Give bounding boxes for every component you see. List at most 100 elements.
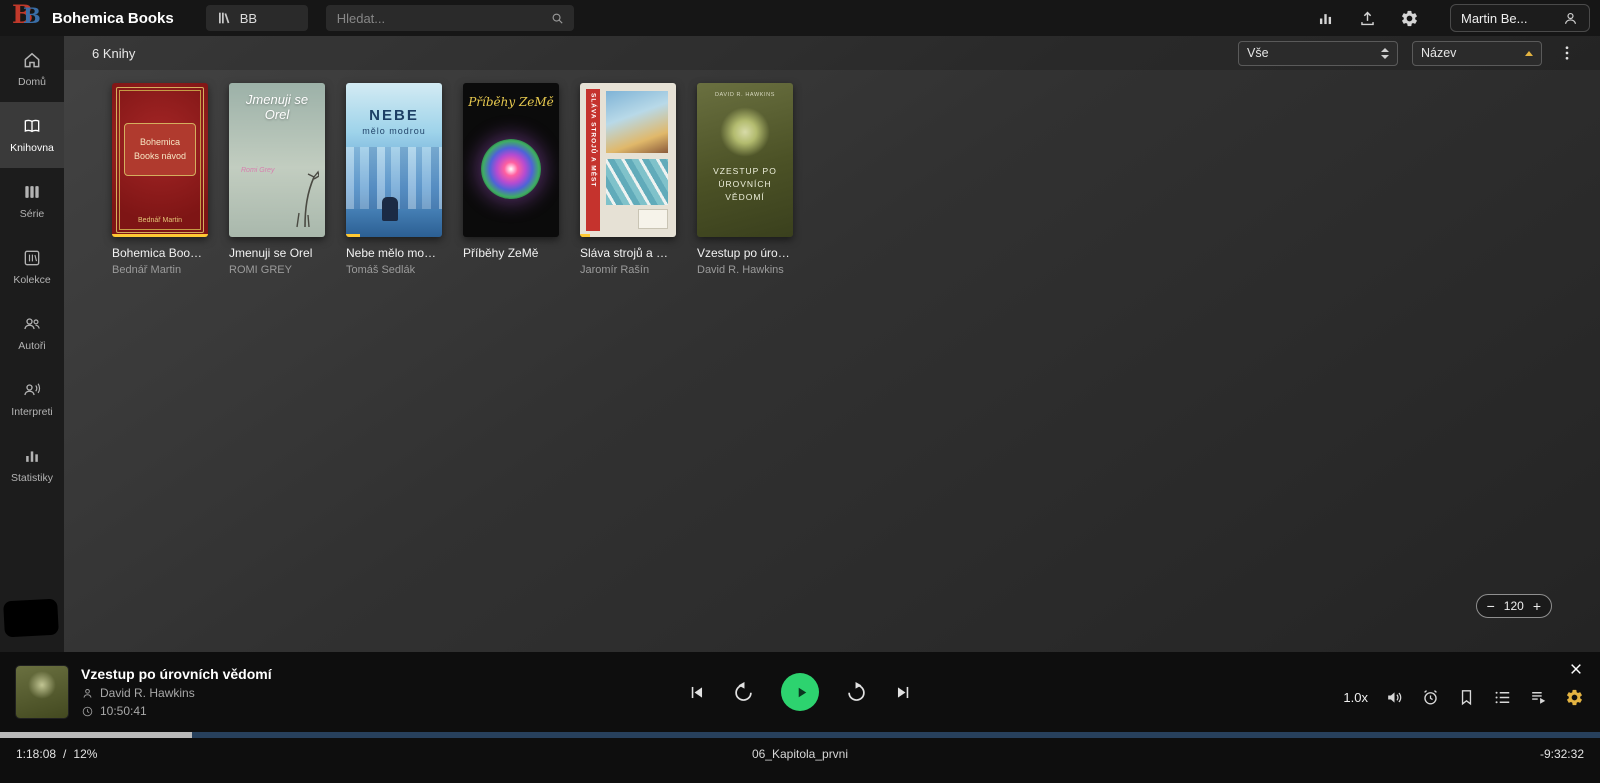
sort-ascending-icon (1525, 50, 1533, 56)
book-progress-bar (112, 234, 208, 237)
library-toolbar: 6 Knihy Vše Název (64, 36, 1600, 70)
player-settings-button[interactable] (1565, 688, 1584, 707)
sidebar-item-series[interactable]: Série (0, 168, 64, 234)
cover-size-control: − 120 + (1475, 594, 1552, 618)
play-icon (792, 683, 811, 702)
sort-dropdown[interactable]: Název (1412, 40, 1542, 66)
player-cover-thumbnail[interactable] (16, 666, 68, 718)
playback-controls (687, 673, 913, 711)
logo-letter-blue: B (23, 3, 41, 28)
cover-author-text: Bednář Martin (138, 217, 182, 224)
columns-icon (22, 182, 42, 202)
library-page: 6 Knihy Vše Název Bohemica Books návod B… (64, 36, 1600, 652)
sidebar-item-library[interactable]: Knihovna (0, 102, 64, 168)
more-options-button[interactable] (1556, 44, 1578, 62)
player-main-row: Vzestup po úrovních vědomí David R. Hawk… (0, 652, 1600, 732)
jump-backward-button[interactable] (732, 681, 755, 704)
collage-image-bottom (606, 159, 668, 205)
cover-title-text: Jmenuji se Orel (245, 92, 309, 122)
user-menu[interactable]: Martin Be... (1450, 4, 1590, 32)
jump-forward-button[interactable] (845, 681, 868, 704)
book-author: David R. Hawkins (697, 264, 784, 276)
cover-title-text: NEBE (369, 107, 419, 124)
filter-value: Vše (1247, 46, 1269, 60)
cover-title-strip: SLÁVA STROJŮ A MĚST (586, 89, 600, 231)
book-card[interactable]: DAVID R. HAWKINS VZESTUP PO ÚROVNÍCH VĚD… (697, 83, 793, 277)
book-cover: Jmenuji se Orel Romi Grey (229, 83, 325, 237)
fast-forward-icon (845, 681, 868, 704)
kebab-menu-icon (1558, 44, 1576, 62)
book-title: Příběhy ZeMě (463, 246, 539, 260)
sleep-timer-button[interactable] (1421, 688, 1440, 707)
stats-button[interactable] (1312, 5, 1338, 31)
previous-chapter-button[interactable] (687, 683, 706, 702)
book-title: Nebe mělo modrou (346, 246, 442, 260)
library-switcher[interactable]: BB (205, 5, 308, 31)
sidebar-item-home[interactable]: Domů (0, 36, 64, 102)
play-button[interactable] (781, 673, 819, 711)
player-author: David R. Hawkins (100, 686, 195, 700)
player-option-buttons: 1.0x (1343, 688, 1584, 707)
bookmark-button[interactable] (1457, 688, 1476, 707)
home-icon (22, 50, 42, 70)
book-open-icon (22, 116, 42, 136)
player-duration: 10:50:41 (100, 704, 147, 718)
cover-author-text: Romi Grey (241, 167, 275, 174)
list-icon (1493, 688, 1512, 707)
book-count: 6 Knihy (92, 45, 136, 61)
search-input[interactable] (334, 9, 550, 27)
sidebar-item-collections[interactable]: Kolekce (0, 234, 64, 300)
settings-button[interactable] (1396, 5, 1422, 31)
book-title: Sláva strojů a měst (580, 246, 676, 260)
book-card[interactable]: Jmenuji se Orel Romi Grey Jmenuji se Ore… (229, 83, 325, 277)
upload-icon (1358, 9, 1377, 28)
seek-bar[interactable] (0, 732, 1600, 738)
elapsed-value: 1:18:08 (16, 747, 57, 761)
sidebar-item-label: Interpreti (11, 406, 53, 418)
spiral-illustration (481, 139, 541, 199)
sidebar-item-statistics[interactable]: Statistiky (0, 432, 64, 498)
chapters-button[interactable] (1493, 688, 1512, 707)
player-duration-row: 10:50:41 (81, 704, 272, 718)
sidebar-item-label: Domů (17, 76, 46, 88)
cover-subtitle-text: mělo modrou (362, 126, 426, 136)
book-title: Vzestup po úrovní... (697, 246, 793, 260)
sidebar-item-authors[interactable]: Autoři (0, 300, 64, 366)
filter-dropdown[interactable]: Vše (1238, 40, 1398, 66)
book-card[interactable]: Bohemica Books návod Bednář Martin Bohem… (112, 83, 208, 277)
sidebar: Domů Knihovna Série Kolekce Autoři Inter… (0, 36, 64, 652)
book-card[interactable]: NEBE mělo modrou Nebe mělo modrou Tomáš … (346, 83, 442, 277)
skip-forward-icon (894, 683, 913, 702)
queue-button[interactable] (1529, 688, 1548, 707)
giraffe-illustration (296, 170, 319, 228)
library-switcher-label: BB (239, 10, 258, 26)
clock-icon (81, 705, 94, 718)
app-title: Bohemica Books (52, 9, 174, 27)
gear-icon (1400, 9, 1419, 28)
collage-label-box (638, 209, 668, 229)
elapsed-time: 1:18:08 / 12% (16, 747, 316, 761)
close-icon (1568, 661, 1584, 677)
sidebar-item-label: Série (19, 208, 45, 220)
audio-player: Vzestup po úrovních vědomí David R. Hawk… (0, 652, 1600, 783)
zoom-out-button[interactable]: − (1487, 599, 1495, 613)
book-card[interactable]: Příběhy ZeMě Příběhy ZeMě (463, 83, 559, 277)
close-player-button[interactable] (1568, 661, 1584, 677)
authors-icon (22, 314, 42, 334)
sidebar-item-label: Kolekce (13, 274, 51, 286)
zoom-in-button[interactable]: + (1533, 599, 1541, 613)
sidebar-item-narrators[interactable]: Interpreti (0, 366, 64, 432)
gear-icon (1565, 688, 1584, 707)
playback-speed-button[interactable]: 1.0x (1343, 690, 1368, 705)
book-cover: Příběhy ZeMě (463, 83, 559, 237)
player-time-row: 1:18:08 / 12% 06_Kapitola_prvni -9:32:32 (0, 738, 1600, 761)
current-chapter: 06_Kapitola_prvni (751, 747, 849, 761)
book-title: Bohemica Books ... (112, 246, 208, 260)
next-chapter-button[interactable] (894, 683, 913, 702)
volume-button[interactable] (1385, 688, 1404, 707)
upload-button[interactable] (1354, 5, 1380, 31)
cover-title-text: VZESTUP PO ÚROVNÍCH VĚDOMÍ (713, 166, 777, 203)
book-cover: DAVID R. HAWKINS VZESTUP PO ÚROVNÍCH VĚD… (697, 83, 793, 237)
chart-icon (22, 446, 42, 466)
book-card[interactable]: SLÁVA STROJŮ A MĚST Sláva strojů a měst … (580, 83, 676, 277)
